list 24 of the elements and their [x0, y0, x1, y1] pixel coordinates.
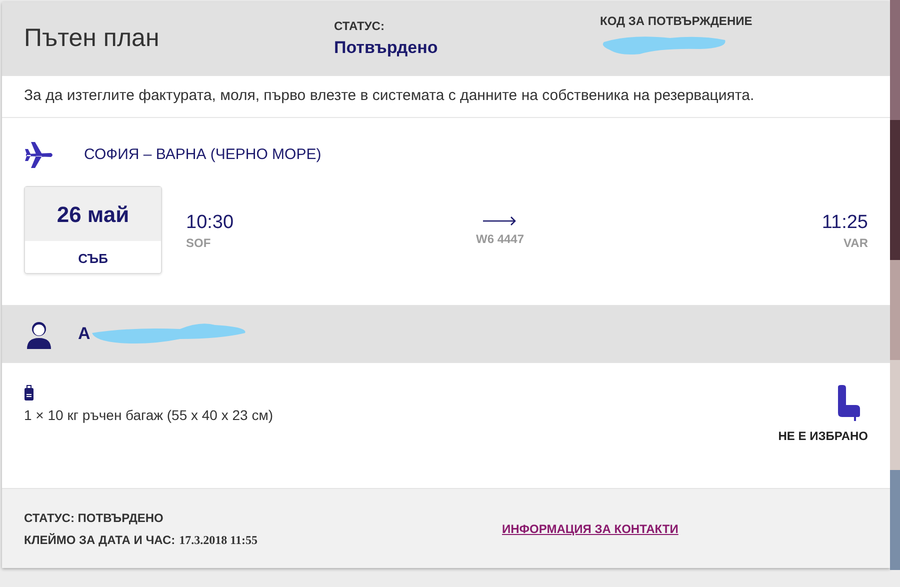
- route-name: СОФИЯ – ВАРНА (ЧЕРНО МОРЕ): [84, 144, 322, 165]
- passenger-name: A: [78, 323, 90, 346]
- page-title: Пътен план: [24, 23, 160, 54]
- airplane-icon: [24, 140, 54, 170]
- arrival-airport: VAR: [844, 235, 868, 252]
- passenger-avatar-icon: [24, 319, 54, 349]
- flight-weekday: СЪБ: [78, 250, 108, 268]
- status-label: СТАТУС:: [334, 18, 386, 36]
- arrival-time: 11:25: [822, 212, 868, 234]
- contact-info-link[interactable]: ИНФОРМАЦИЯ ЗА КОНТАКТИ: [502, 520, 678, 538]
- timestamp-label: КЛЕЙМО ЗА ДАТА И ЧАС:: [24, 532, 176, 548]
- departure-airport: SOF: [186, 235, 212, 252]
- confirmation-code-label: КОД ЗА ПОТВЪРЖДЕНИЕ: [600, 13, 752, 30]
- flight-date: 26 май: [56, 200, 130, 228]
- baggage-icon: [24, 385, 34, 401]
- status-value: Потвърдено: [334, 37, 439, 60]
- arrow-icon: [483, 216, 518, 226]
- baggage-allowance: 1 × 10 кг ръчен багаж (55 x 40 x 23 см): [24, 406, 273, 425]
- flight-number: W6 4447: [476, 231, 524, 248]
- timestamp-value: 17.3.2018 11:55: [179, 532, 258, 548]
- seat-status: НЕ Е ИЗБРАНО: [778, 428, 868, 445]
- booking-status: СТАТУС: ПОТВЪРДЕНО: [24, 510, 164, 526]
- invoice-notice: За да изтеглите фактурата, моля, първо влезте в системата с данните на собственика на резервацията.: [24, 86, 754, 106]
- departure-time: 10:30: [186, 212, 235, 234]
